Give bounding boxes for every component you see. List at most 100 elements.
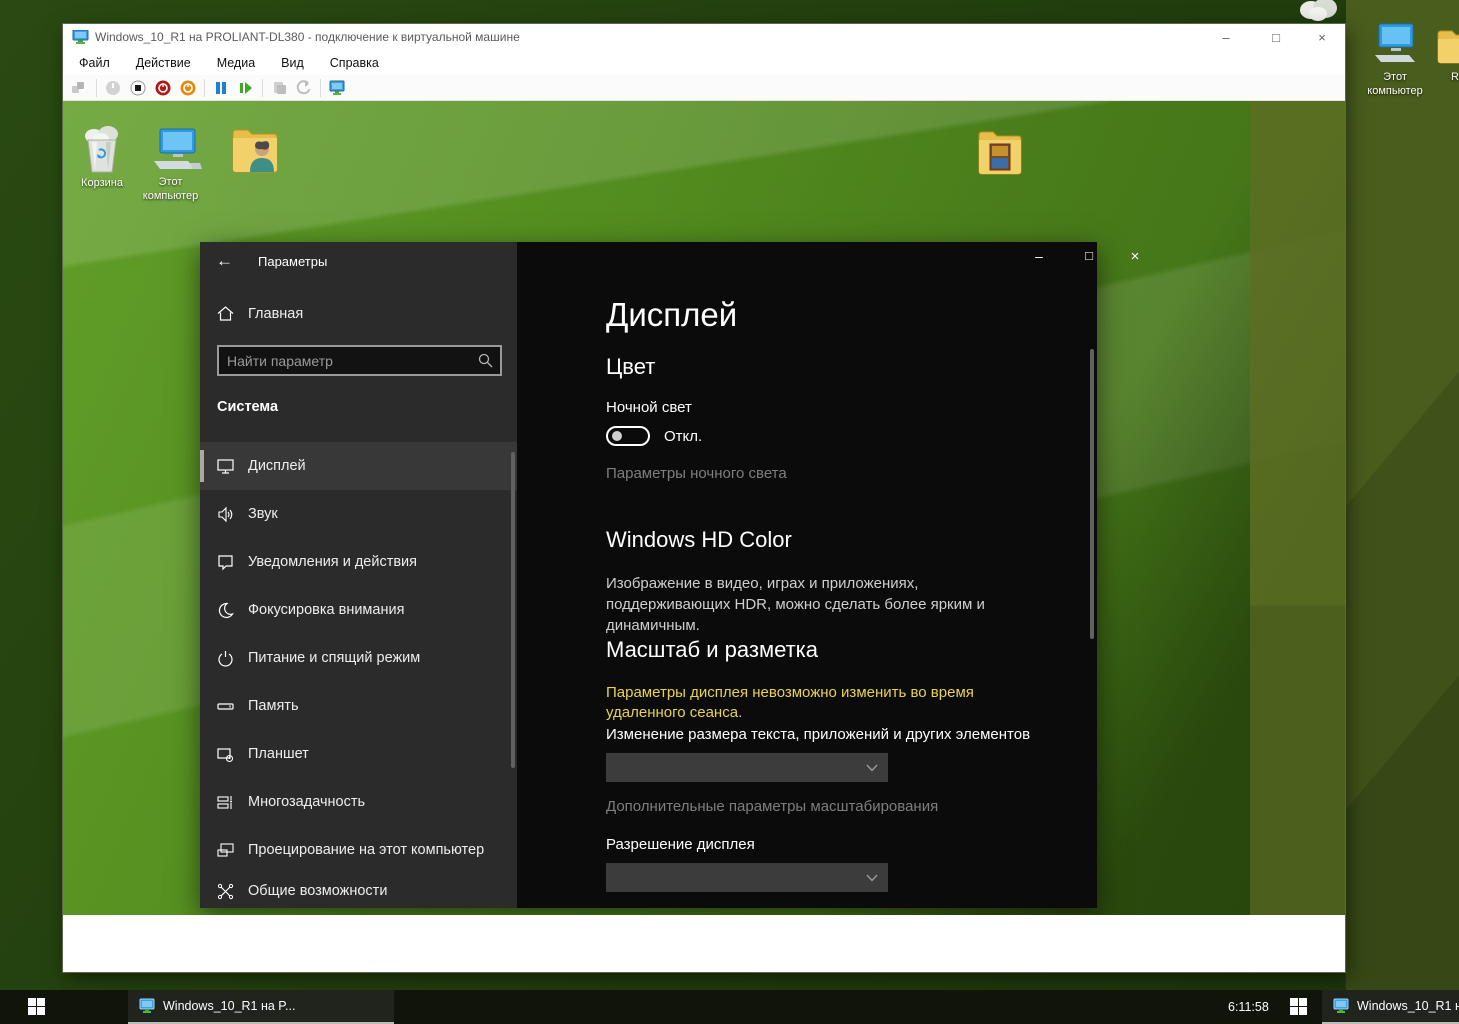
- host-taskbar-button-vm-2[interactable]: Windows_10_R1 на P.: [1322, 990, 1459, 1024]
- hdr-section-heading: Windows HD Color: [606, 527, 792, 553]
- save-state-icon[interactable]: [179, 79, 197, 97]
- taskbar-button-label: Windows_10_R1 на P.: [1357, 999, 1459, 1013]
- night-light-toggle[interactable]: [606, 426, 650, 446]
- taskbar-button-label: Windows_10_R1 на P...: [163, 999, 295, 1013]
- host-start-button[interactable]: [28, 998, 45, 1015]
- desktop-icon-label: Корзина: [81, 177, 123, 191]
- night-light-settings-link[interactable]: Параметры ночного света: [606, 465, 787, 482]
- sidebar-item-label: Уведомления и действия: [248, 554, 417, 570]
- color-section-heading: Цвет: [606, 354, 655, 380]
- host-start-button-2[interactable]: [1290, 998, 1307, 1015]
- menu-help[interactable]: Справка: [330, 56, 379, 70]
- host-taskbar: Windows_10_R1 на P... 6:11:58 Windows_10…: [0, 990, 1459, 1024]
- notifications-icon: [217, 554, 234, 571]
- desktop-icon-label: Этот компьютер: [134, 176, 208, 204]
- search-input[interactable]: [217, 345, 502, 376]
- close-button[interactable]: ×: [1305, 24, 1339, 50]
- second-monitor-desktop: Этот компьютер Ro: [1345, 0, 1459, 990]
- sidebar-item-display[interactable]: Дисплей: [200, 442, 517, 490]
- shut-down-icon[interactable]: [154, 79, 172, 97]
- maximize-button[interactable]: □: [1259, 24, 1293, 50]
- sidebar-item-sound[interactable]: Звук: [200, 490, 517, 538]
- sidebar-item-multitasking[interactable]: Многозадачность: [200, 778, 517, 826]
- sidebar-item-label: Дисплей: [248, 458, 306, 474]
- enhanced-session-icon[interactable]: [328, 79, 346, 97]
- sidebar-item-home[interactable]: Главная: [217, 305, 303, 322]
- advanced-scaling-link[interactable]: Дополнительные параметры масштабирования: [606, 798, 938, 815]
- sidebar-item-label: Многозадачность: [248, 794, 365, 810]
- recycle-bin-paper-icon: [1297, 0, 1343, 24]
- vm-screen: Корзина Этот компьютер: [63, 101, 1345, 915]
- desktop-icon-folder-host[interactable]: Ro: [1436, 26, 1459, 85]
- back-icon[interactable]: ←: [216, 251, 233, 271]
- sidebar-item-tablet[interactable]: Планшет: [200, 730, 517, 778]
- storage-icon: [217, 698, 234, 715]
- turn-off-icon[interactable]: [129, 79, 147, 97]
- settings-window-title: Параметры: [258, 254, 327, 269]
- this-pc-icon: [150, 127, 202, 173]
- recycle-bin-icon: [80, 126, 124, 174]
- desktop-icon-media-folder[interactable]: [968, 128, 1032, 178]
- sidebar-item-notifications[interactable]: Уведомления и действия: [200, 538, 517, 586]
- desktop-icon-recycle-bin[interactable]: Корзина: [70, 126, 134, 191]
- sidebar-item-projecting[interactable]: Проецирование на этот компьютер: [200, 826, 517, 874]
- wallpaper-right-facet: [1250, 101, 1345, 915]
- host-clock[interactable]: 6:11:58: [1228, 1000, 1269, 1014]
- ctrl-alt-del-icon[interactable]: [71, 79, 89, 97]
- desktop-icon-this-pc-host[interactable]: Этот компьютер: [1369, 22, 1428, 99]
- night-light-state: Откл.: [664, 428, 702, 445]
- sidebar-section-header: Система: [217, 399, 278, 415]
- menu-action[interactable]: Действие: [136, 56, 191, 70]
- vmconnect-window: Windows_10_R1 на PROLIANT-DL380 - подклю…: [63, 24, 1345, 972]
- sidebar-item-label: Проецирование на этот компьютер: [248, 842, 484, 858]
- tablet-icon: [217, 746, 234, 763]
- desktop-icon-user-folder[interactable]: [223, 125, 287, 177]
- resume-icon[interactable]: [237, 79, 255, 97]
- scale-section-heading: Масштаб и разметка: [606, 637, 818, 663]
- host-taskbar-button-vm[interactable]: Windows_10_R1 на P...: [128, 990, 394, 1024]
- minimize-button[interactable]: –: [1209, 24, 1243, 50]
- start-vm-icon[interactable]: [104, 79, 122, 97]
- sidebar-item-power-sleep[interactable]: Питание и спящий режим: [200, 634, 517, 682]
- sidebar-item-label: Общие возможности: [248, 883, 387, 899]
- checkpoint-icon[interactable]: [270, 79, 288, 97]
- sidebar-item-label: Фокусировка внимания: [248, 602, 404, 618]
- display-icon: [217, 458, 234, 475]
- hyperv-window-icon: [138, 998, 156, 1014]
- user-folder-icon: [230, 125, 280, 177]
- vmconnect-toolbar: [63, 75, 1345, 101]
- desktop-icon-label: Ro: [1436, 71, 1459, 85]
- sidebar-item-label: Память: [248, 698, 299, 714]
- sound-icon: [217, 506, 234, 523]
- content-scrollbar[interactable]: [1090, 349, 1094, 639]
- menu-file[interactable]: Файл: [79, 56, 110, 70]
- pause-icon[interactable]: [212, 79, 230, 97]
- settings-sidebar: ← Параметры Главная Система Дисплей: [200, 242, 517, 908]
- search-icon[interactable]: [478, 353, 493, 368]
- resolution-dropdown[interactable]: [606, 863, 888, 892]
- home-icon: [217, 305, 234, 322]
- power-icon: [217, 650, 234, 667]
- settings-close-button[interactable]: ×: [1122, 248, 1148, 265]
- sidebar-item-shared-experiences[interactable]: Общие возможности: [200, 874, 517, 908]
- window-title: Windows_10_R1 на PROLIANT-DL380 - подклю…: [95, 30, 520, 44]
- this-pc-icon: [1369, 22, 1421, 66]
- sidebar-item-storage[interactable]: Память: [200, 682, 517, 730]
- menu-view[interactable]: Вид: [281, 56, 304, 70]
- sidebar-scrollbar[interactable]: [511, 452, 515, 768]
- desktop-icon-label: Этот компьютер: [1362, 71, 1428, 99]
- sidebar-item-focus-assist[interactable]: Фокусировка внимания: [200, 586, 517, 634]
- night-light-label: Ночной свет: [606, 399, 692, 416]
- scale-dropdown[interactable]: [606, 753, 888, 782]
- hdr-description: Изображение в видео, играх и приложениях…: [606, 573, 1038, 636]
- projecting-icon: [217, 842, 234, 859]
- revert-icon[interactable]: [295, 79, 313, 97]
- resolution-dropdown-label: Разрешение дисплея: [606, 836, 755, 853]
- settings-minimize-button[interactable]: –: [1026, 248, 1052, 264]
- page-title: Дисплей: [606, 296, 737, 334]
- menu-media[interactable]: Медиа: [217, 56, 255, 70]
- desktop-icon-this-pc[interactable]: Этот компьютер: [144, 127, 208, 204]
- hyperv-window-icon: [1332, 998, 1350, 1014]
- vmconnect-menubar: Файл Действие Медиа Вид Справка: [63, 50, 1345, 75]
- settings-maximize-button[interactable]: □: [1076, 248, 1102, 263]
